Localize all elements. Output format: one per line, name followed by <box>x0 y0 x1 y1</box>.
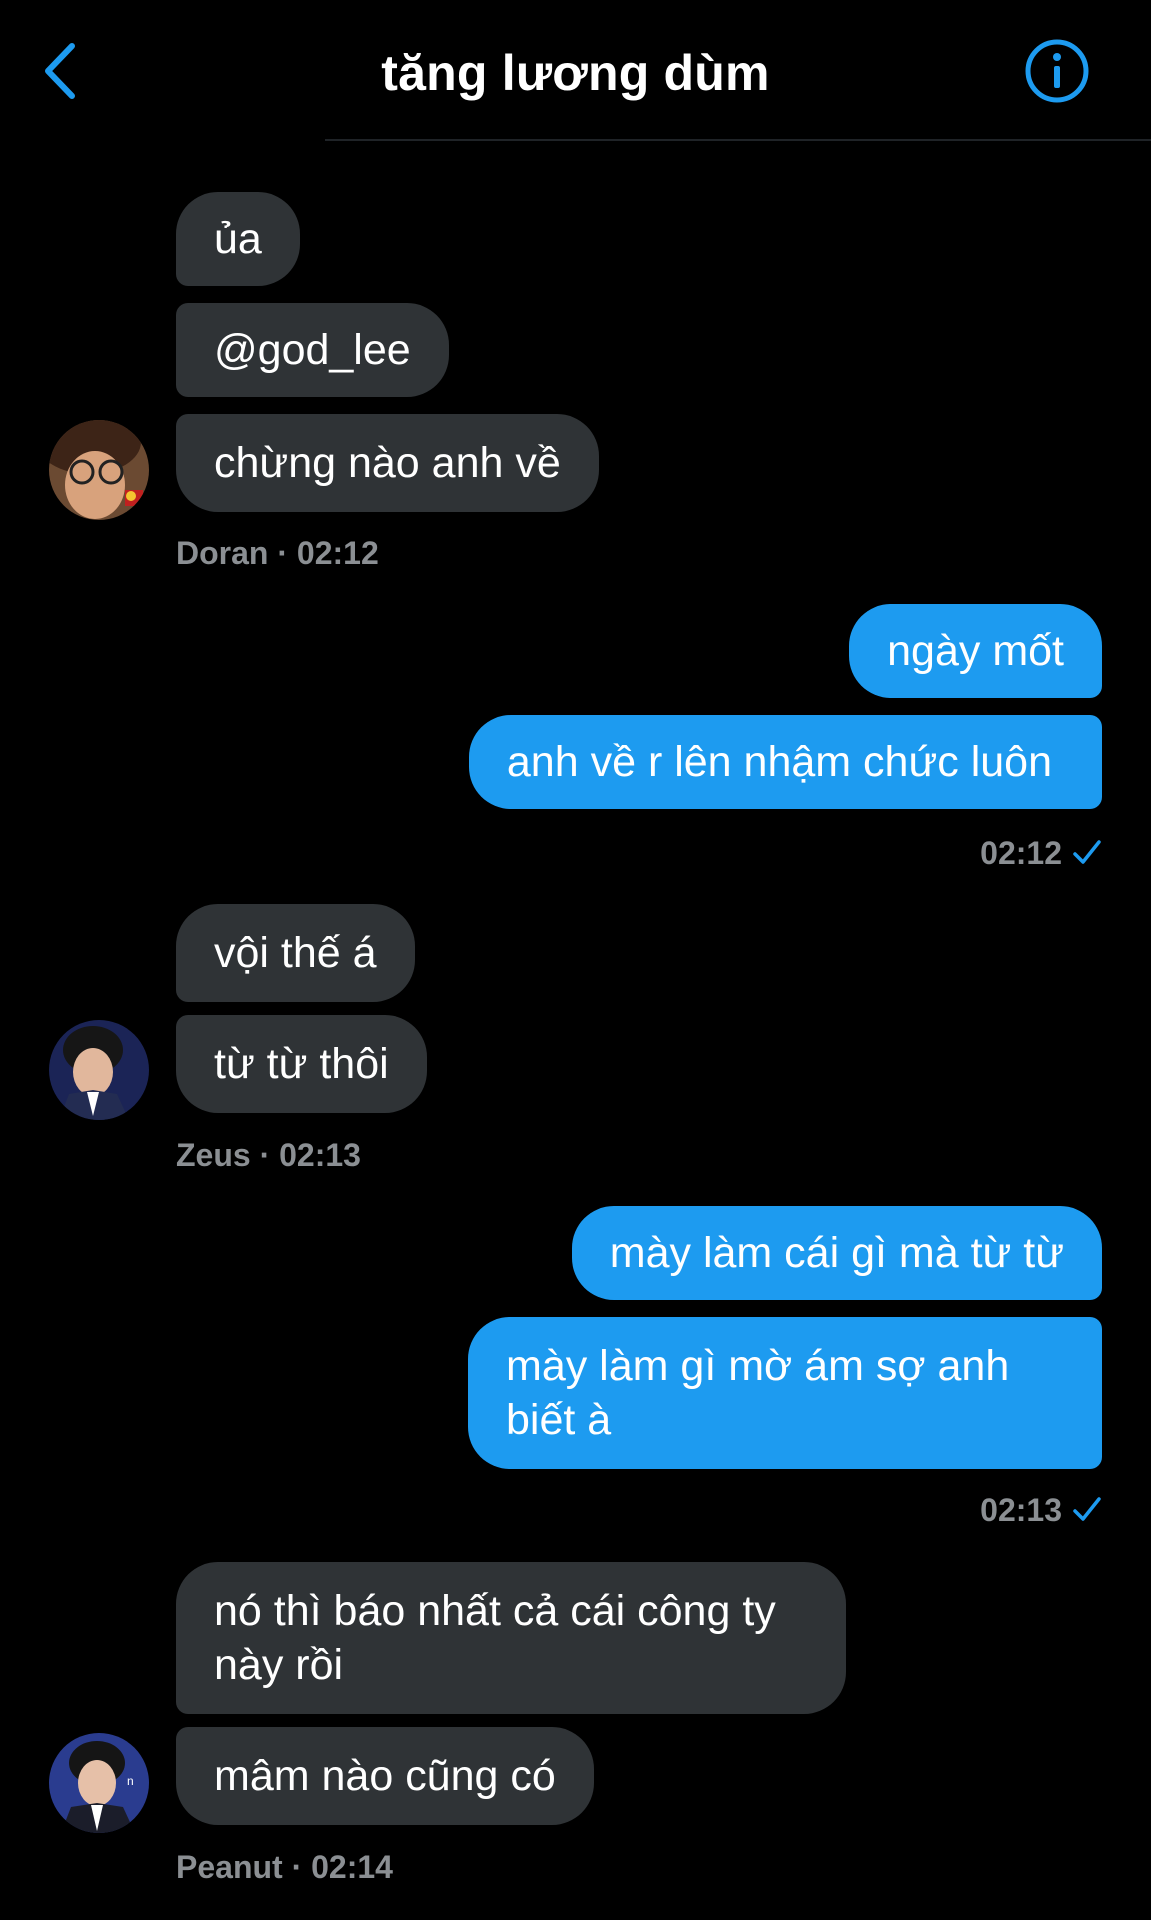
message-bubble[interactable]: ngày mốt <box>849 604 1102 698</box>
header-divider <box>325 139 1151 141</box>
sender-name: Zeus <box>176 1137 251 1173</box>
info-circle-icon[interactable] <box>1024 38 1090 104</box>
timestamp: 02:14 <box>311 1849 393 1885</box>
conversation-title: tăng lương dùm <box>381 45 770 101</box>
timestamp: 02:13 <box>279 1137 361 1173</box>
message-bubble[interactable]: mày làm gì mờ ám sợ anh biết à <box>468 1317 1102 1469</box>
message-bubble[interactable]: chừng nào anh về <box>176 414 599 512</box>
avatar[interactable]: n <box>49 1733 149 1833</box>
checkmark-icon <box>1072 837 1102 874</box>
message-bubble[interactable]: mâm nào cũng có <box>176 1727 594 1825</box>
message-bubble[interactable]: từ từ thôi <box>176 1015 427 1113</box>
timestamp: 02:12 <box>980 835 1062 871</box>
message-bubble[interactable]: anh về r lên nhậm chức luôn <box>468 715 1102 809</box>
svg-text:n: n <box>127 1774 134 1788</box>
sender-name: Peanut <box>176 1849 283 1885</box>
timestamp: 02:12 <box>296 535 379 571</box>
message-meta: 02:13 <box>980 1492 1102 1531</box>
avatar[interactable] <box>49 420 149 520</box>
message-bubble[interactable]: ủa <box>176 192 300 286</box>
message-meta: 02:12 <box>980 835 1102 874</box>
timestamp: 02:13 <box>980 1492 1062 1528</box>
message-meta: Peanut · 02:14 <box>176 1849 393 1885</box>
message-meta: Zeus · 02:13 <box>176 1137 361 1173</box>
message-bubble[interactable]: vội thế á <box>176 904 415 1002</box>
sender-name: Doran <box>176 535 269 571</box>
message-bubble[interactable]: @god_lee <box>176 303 449 397</box>
avatar[interactable] <box>49 1020 149 1120</box>
message-bubble[interactable]: mày làm cái gì mà từ từ <box>571 1206 1102 1300</box>
checkmark-icon <box>1072 1494 1102 1531</box>
message-bubble[interactable]: nó thì báo nhất cả cái công ty này rồi <box>176 1562 846 1714</box>
message-meta: Doran · 02:12 <box>176 535 379 571</box>
